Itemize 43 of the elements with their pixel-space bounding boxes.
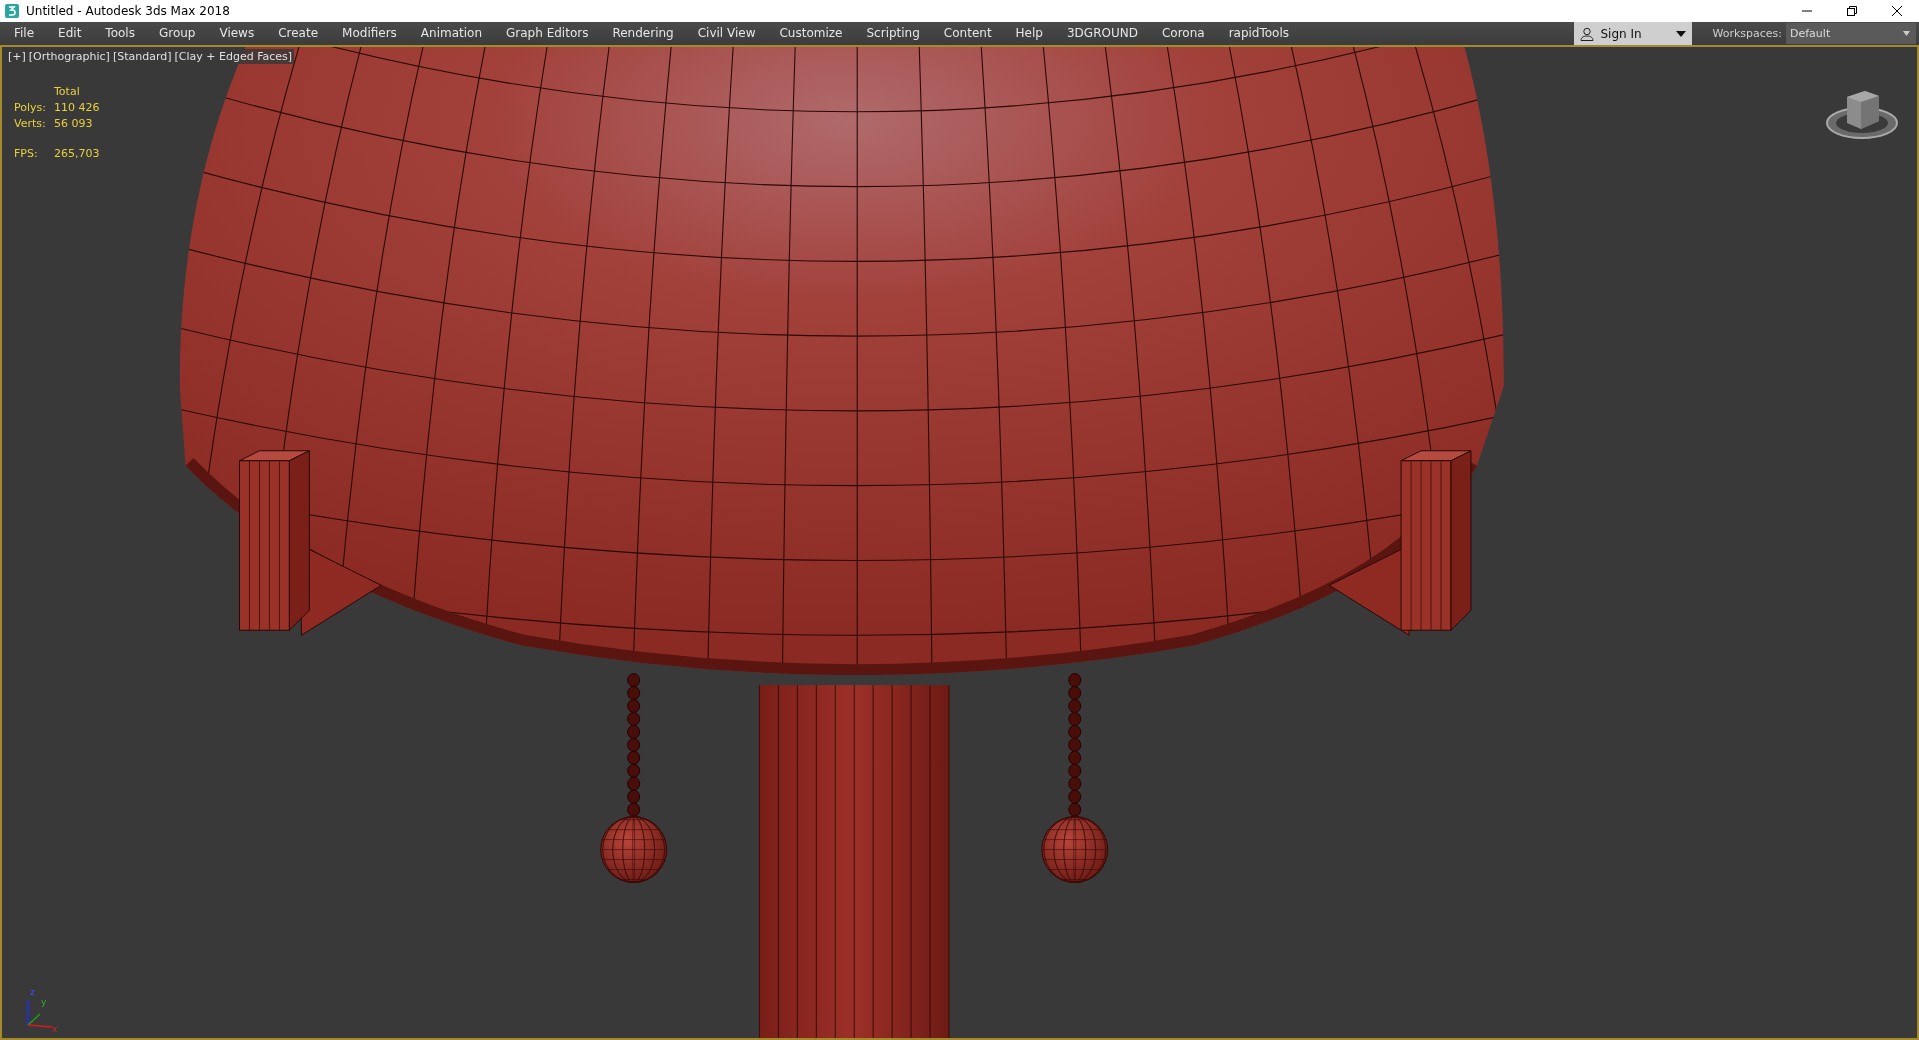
workspaces-label: Workspaces: (1711, 27, 1783, 40)
menu-item[interactable]: File (0, 22, 47, 45)
menu-item[interactable]: Rendering (600, 22, 686, 45)
menu-item[interactable]: Content (931, 22, 1004, 45)
viewport-menu-label[interactable]: [Clay + Edged Faces] (174, 50, 293, 63)
menu-item[interactable]: Corona (1149, 22, 1217, 45)
menu-item[interactable]: Customize (767, 22, 855, 45)
user-icon (1580, 26, 1595, 41)
restore-icon (1846, 6, 1857, 16)
app-logo-icon (4, 3, 20, 19)
stats-value: 265,703 (54, 147, 100, 161)
caret-icon (1903, 31, 1910, 36)
window-title: Untitled - Autodesk 3ds Max 2018 (26, 4, 230, 18)
viewport-menu-label[interactable]: [Standard] (112, 50, 172, 63)
menu-item[interactable]: Animation (408, 22, 495, 45)
menu-item[interactable]: Civil View (685, 22, 768, 45)
axis-label: z (30, 988, 35, 997)
menu-item[interactable]: rapidTools (1216, 22, 1302, 45)
menu-item[interactable]: Views (207, 22, 267, 45)
menu-item[interactable]: Group (146, 22, 208, 45)
stats-label: Polys: (14, 101, 47, 115)
axis-label: y (41, 998, 47, 1007)
menu-item[interactable]: Create (266, 22, 331, 45)
close-icon (1891, 6, 1902, 16)
menu-item[interactable]: 3DGROUND (1054, 22, 1150, 45)
menu-item[interactable]: Help (1003, 22, 1055, 45)
menu-item[interactable]: Modifiers (330, 22, 409, 45)
workspaces-dropdown[interactable]: Default (1786, 23, 1916, 44)
menu-item[interactable]: Graph Editors (494, 22, 601, 45)
viewport[interactable]: [+] [Orthographic] [Standard] [Clay + Edged Faces] Total Polys: 110 426 Verts: 56 093 FPS: 265,703 z y x (0, 45, 1919, 1040)
menu-item[interactable]: Edit (46, 22, 94, 45)
viewport-menu-label[interactable]: [+] (8, 50, 26, 63)
caret-icon (1676, 30, 1687, 37)
stats-label: FPS: (14, 147, 39, 161)
viewport-menu-label[interactable]: [Orthographic] (28, 50, 110, 63)
menu-item[interactable]: Scripting (854, 22, 932, 45)
axis-label: x (52, 1025, 58, 1034)
stats-value: 110 426 (54, 101, 100, 115)
sign-in-button[interactable]: Sign In (1574, 22, 1693, 45)
menu-item[interactable]: Tools (93, 22, 147, 45)
stats-header: Total (54, 85, 81, 99)
stats-value: 56 093 (54, 117, 94, 131)
stats-label: Verts: (14, 117, 47, 131)
